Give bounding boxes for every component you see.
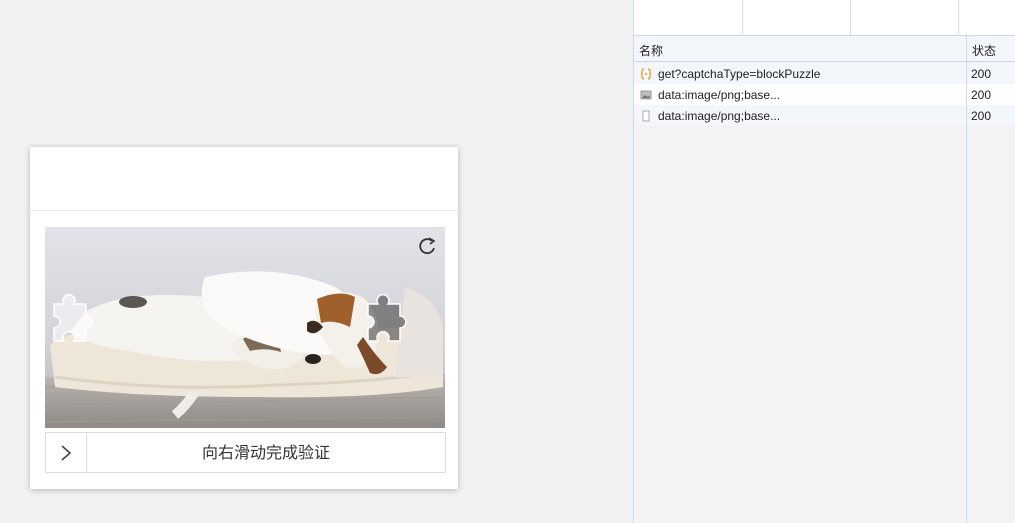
network-table-header: 名称 状态: [634, 36, 1015, 62]
network-row[interactable]: data:image/png;base...: [634, 84, 966, 105]
devtools-network-panel: 名称 状态 get?captchaType=blockPuzzle 200 da…: [633, 0, 1015, 523]
request-status: 200: [971, 67, 992, 81]
network-row[interactable]: get?captchaType=blockPuzzle: [634, 63, 966, 84]
request-status: 200: [971, 109, 992, 123]
captcha-image: [45, 227, 445, 428]
image-icon: [640, 90, 652, 100]
slider-handle[interactable]: [46, 433, 87, 472]
slider-bar[interactable]: 向右滑动完成验证: [45, 432, 446, 473]
xhr-icon: [640, 68, 652, 80]
request-status: 200: [971, 88, 992, 102]
column-name-header[interactable]: 名称: [639, 42, 663, 59]
request-name: data:image/png;base...: [658, 88, 781, 102]
waterfall-overview: [634, 0, 1015, 36]
request-name: data:image/png;base...: [658, 109, 781, 123]
request-status-cell: 200: [967, 84, 1015, 105]
column-status-header[interactable]: 状态: [972, 42, 996, 59]
request-status-cell: 200: [967, 63, 1015, 84]
captcha-card: 向右滑动完成验证: [30, 147, 458, 489]
request-name: get?captchaType=blockPuzzle: [658, 67, 821, 81]
network-row[interactable]: data:image/png;base...: [634, 105, 966, 126]
slider-text: 向右滑动完成验证: [201, 443, 330, 462]
request-status-cell: 200: [967, 105, 1015, 126]
document-icon: [642, 110, 650, 122]
captcha-header: [30, 147, 458, 211]
chevron-right-icon: [61, 444, 72, 461]
